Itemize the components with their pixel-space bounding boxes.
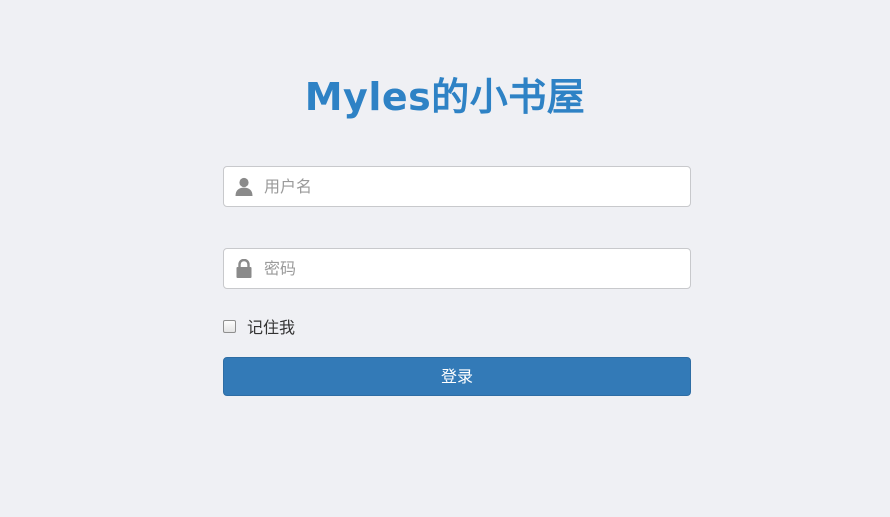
user-icon <box>235 177 253 196</box>
login-form: 记住我 登录 <box>223 166 691 396</box>
password-input[interactable] <box>264 249 684 288</box>
remember-checkbox[interactable] <box>223 319 236 333</box>
username-input[interactable] <box>264 167 684 206</box>
page-title: Myles的小书屋 <box>304 75 586 119</box>
lock-icon <box>235 258 253 278</box>
password-field[interactable] <box>223 248 691 289</box>
username-field[interactable] <box>223 166 691 207</box>
login-page: Myles的小书屋 记住我 登录 <box>0 0 890 517</box>
login-button[interactable]: 登录 <box>223 357 691 396</box>
remember-label: 记住我 <box>247 318 296 337</box>
remember-me: 记住我 <box>223 314 295 338</box>
